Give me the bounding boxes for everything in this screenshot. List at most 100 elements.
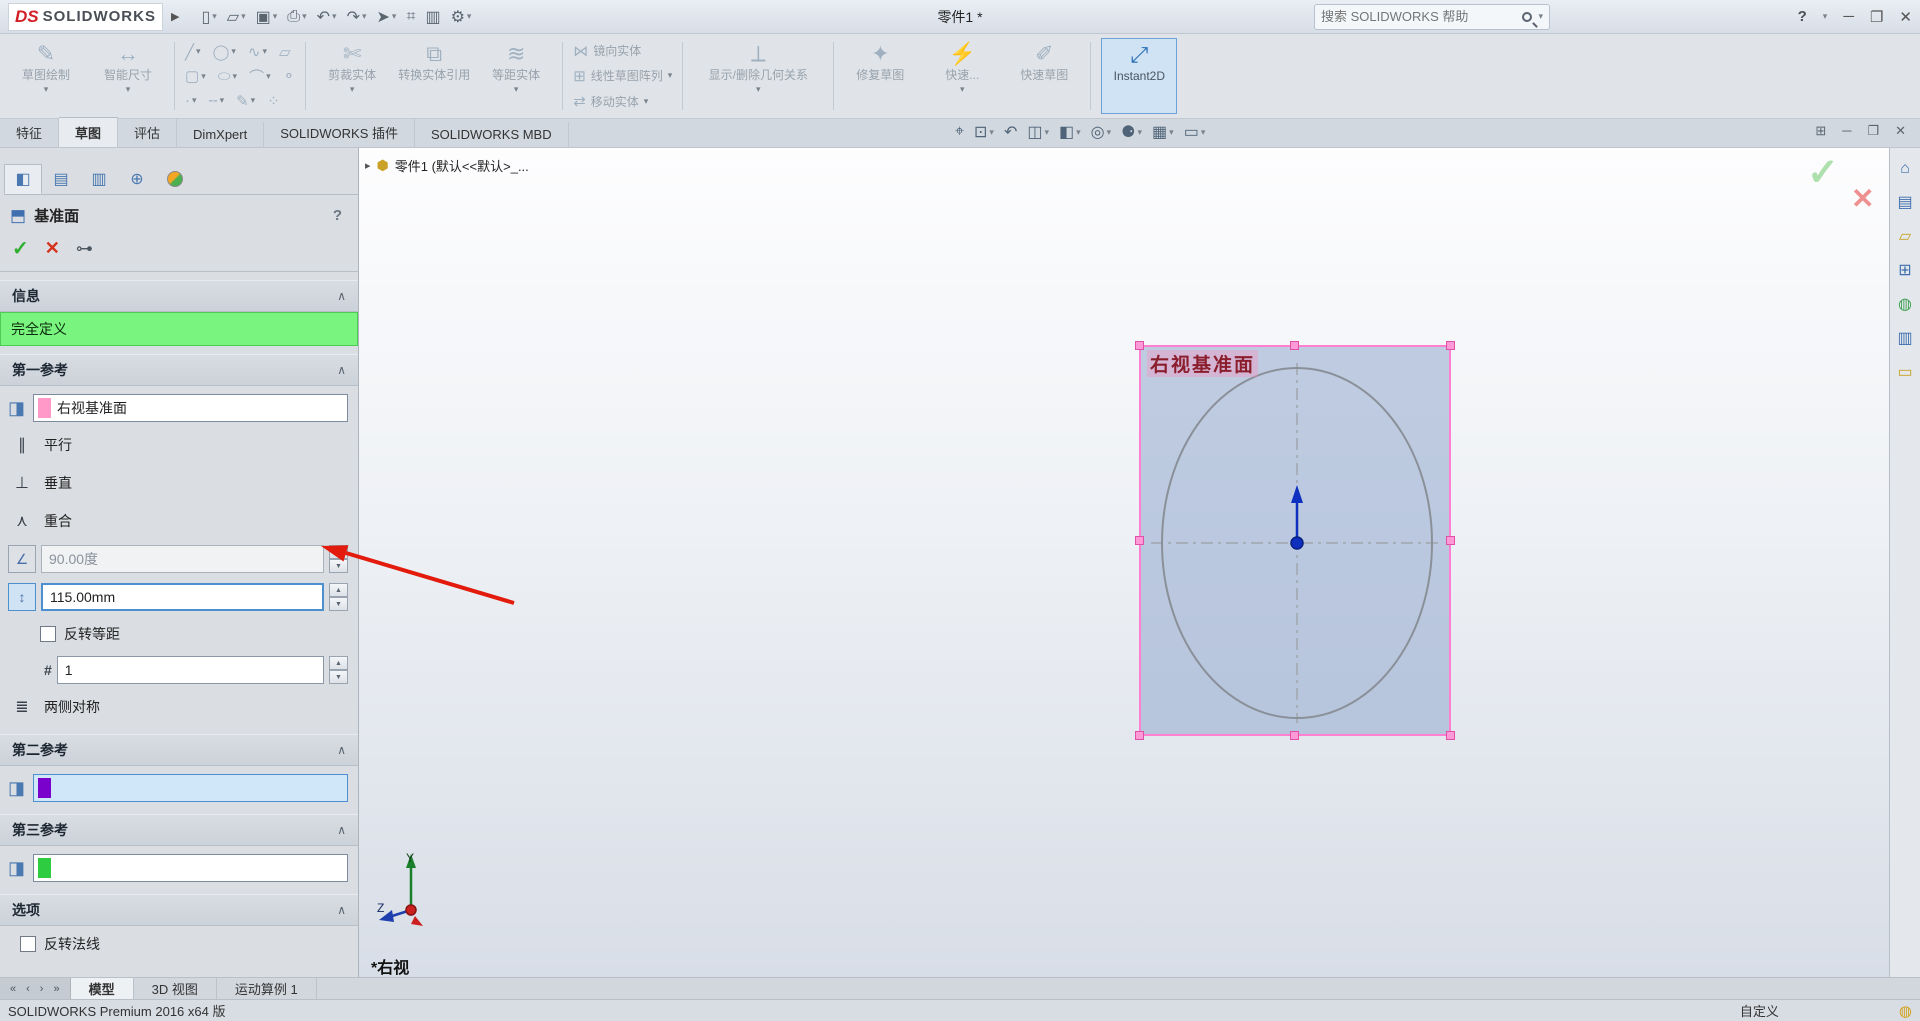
plane-handle[interactable] bbox=[1290, 731, 1299, 740]
sketch-button[interactable]: ✎ 草图绘制 ▾ bbox=[10, 38, 82, 114]
section-view-icon[interactable]: ◫ ▾ bbox=[1027, 122, 1049, 142]
help-dropdown-icon[interactable]: ▾ bbox=[1823, 11, 1828, 22]
zoom-area-icon[interactable]: ⊡ ▾ bbox=[974, 122, 994, 142]
ellipse-tool-button[interactable]: ⬭ ▾ bbox=[218, 68, 237, 85]
line-tool-button[interactable]: ╱ ▾ bbox=[185, 43, 201, 61]
smart-dimension-button[interactable]: ↔ 智能尺寸 ▾ bbox=[92, 38, 164, 114]
tab-3d-views[interactable]: 3D 视图 bbox=[134, 978, 217, 999]
help-search-box[interactable]: ▾ bbox=[1314, 3, 1550, 30]
search-input[interactable] bbox=[1321, 9, 1517, 24]
ok-button[interactable]: ✓ bbox=[12, 236, 29, 261]
plane-handle[interactable] bbox=[1135, 341, 1144, 350]
doc-close-button[interactable]: ✕ bbox=[1895, 123, 1906, 139]
tab-evaluate[interactable]: 评估 bbox=[118, 118, 178, 147]
collapse-icon[interactable]: ∧ bbox=[337, 289, 346, 303]
collapse-icon[interactable]: ∧ bbox=[337, 743, 346, 757]
first-tab-icon[interactable]: « bbox=[6, 983, 20, 995]
flip-normal-checkbox[interactable] bbox=[20, 936, 36, 952]
tab-mbd[interactable]: SOLIDWORKS MBD bbox=[415, 122, 569, 147]
dimxpert-manager-tab[interactable]: ▥ bbox=[80, 164, 118, 194]
mid-plane-option[interactable]: ≣ 两侧对称 bbox=[0, 688, 358, 726]
quick-snaps-button[interactable]: ⚡ 快速... ▾ bbox=[926, 38, 998, 114]
flip-normal-option[interactable]: 反转法线 bbox=[0, 926, 358, 962]
home-icon[interactable]: ⌂ bbox=[1900, 160, 1910, 178]
collapse-icon[interactable]: ∧ bbox=[337, 823, 346, 837]
plane-tool-button[interactable]: ▱ bbox=[279, 43, 291, 61]
file-explorer-icon[interactable]: ⊞ bbox=[1898, 260, 1911, 280]
new-document-button[interactable]: ▯ ▾ bbox=[201, 7, 216, 27]
view-settings-icon[interactable]: ▭ ▾ bbox=[1184, 122, 1206, 142]
third-reference-selection-box[interactable] bbox=[33, 854, 348, 882]
plane-handle[interactable] bbox=[1135, 535, 1144, 545]
centerline-tool-button[interactable]: ╌ ▾ bbox=[209, 92, 225, 110]
text-tool-button[interactable]: ⚬ bbox=[283, 67, 296, 85]
tab-addins[interactable]: SOLIDWORKS 插件 bbox=[264, 118, 415, 147]
point-tool-button[interactable]: · ▾ bbox=[185, 92, 197, 109]
rebuild-button[interactable]: ⌗ bbox=[406, 8, 415, 26]
display-style-icon[interactable]: ◎ ▾ bbox=[1091, 122, 1112, 142]
arc-tool-button[interactable]: ⌒ ▾ bbox=[249, 66, 271, 87]
offset-entities-button[interactable]: ≋ 等距实体 ▾ bbox=[480, 38, 552, 114]
zoom-fit-icon[interactable]: ⌖ bbox=[955, 123, 964, 141]
distance-spinner[interactable]: ▲ ▼ bbox=[329, 583, 348, 611]
tab-motion-study[interactable]: 运动算例 1 bbox=[217, 978, 317, 999]
doc-minimize-button[interactable]: ─ bbox=[1842, 123, 1851, 139]
convert-entities-button[interactable]: ⧉ 转换实体引用 bbox=[398, 38, 470, 114]
confirmation-cancel-icon[interactable]: ✕ bbox=[1851, 182, 1874, 215]
previous-view-icon[interactable]: ↶ bbox=[1004, 122, 1017, 142]
move-entities-button[interactable]: ⇄ 移动实体 ▾ bbox=[573, 92, 672, 110]
help-button[interactable]: ? bbox=[1798, 8, 1807, 25]
trim-entities-button[interactable]: ✄ 剪裁实体 ▾ bbox=[316, 38, 388, 114]
next-tab-icon[interactable]: › bbox=[36, 983, 48, 995]
search-dropdown-icon[interactable]: ▾ bbox=[1538, 11, 1543, 22]
angle-input[interactable] bbox=[41, 545, 324, 573]
mirror-entities-button[interactable]: ⋈ 镜向实体 bbox=[573, 42, 672, 60]
property-manager-tab[interactable]: ◧ bbox=[4, 164, 42, 194]
spline-tool-button[interactable]: ∿ ▾ bbox=[248, 43, 267, 61]
search-icon[interactable] bbox=[1522, 11, 1533, 22]
flip-offset-option[interactable]: 反转等距 bbox=[0, 616, 358, 652]
last-tab-icon[interactable]: » bbox=[49, 983, 63, 995]
offset-distance-input[interactable] bbox=[41, 583, 324, 611]
pin-button[interactable]: ⊶ bbox=[76, 239, 93, 259]
angle-button[interactable]: ∠ bbox=[8, 545, 36, 573]
tab-sketch[interactable]: 草图 bbox=[59, 117, 119, 147]
tree-expand-icon[interactable]: ▸ bbox=[365, 159, 371, 172]
prev-tab-icon[interactable]: ‹ bbox=[22, 983, 34, 995]
open-document-button[interactable]: ▱ ▾ bbox=[227, 7, 246, 27]
sketch-text-button[interactable]: ✎ ▾ bbox=[236, 92, 255, 110]
save-button[interactable]: ▣ ▾ bbox=[256, 7, 278, 27]
graphics-viewport[interactable]: ▸ ⬢ 零件1 (默认<<默认>_... ✓ ✕ 右视基准面 Y Z *右视 bbox=[359, 148, 1889, 977]
configuration-manager-tab[interactable]: ▤ bbox=[42, 164, 80, 194]
plane-handle[interactable] bbox=[1446, 341, 1455, 350]
undo-button[interactable]: ↶ ▾ bbox=[317, 7, 337, 27]
display-manager-tab[interactable]: ⊕ bbox=[118, 164, 156, 194]
menu-flyout-arrow[interactable]: ▶ bbox=[171, 10, 179, 23]
first-reference-selection-box[interactable]: 右视基准面 bbox=[33, 394, 348, 422]
view-orientation-icon[interactable]: ◧ ▾ bbox=[1059, 122, 1081, 142]
first-reference-section-header[interactable]: 第一参考 ∧ bbox=[0, 354, 358, 386]
hide-show-items-icon[interactable]: ⚈ ▾ bbox=[1121, 122, 1142, 142]
options-section-header[interactable]: 选项 ∧ bbox=[0, 894, 358, 926]
custom-properties-icon[interactable]: ▭ bbox=[1897, 362, 1912, 382]
confirmation-ok-icon[interactable]: ✓ bbox=[1807, 150, 1839, 195]
collapse-icon[interactable]: ∧ bbox=[337, 903, 346, 917]
appearances-icon[interactable]: ▥ bbox=[1897, 328, 1912, 348]
message-section-header[interactable]: 信息 ∧ bbox=[0, 280, 358, 312]
parallel-option[interactable]: ∥ 平行 bbox=[0, 426, 358, 464]
plane-handle[interactable] bbox=[1446, 731, 1455, 740]
tab-dimxpert[interactable]: DimXpert bbox=[177, 122, 265, 147]
redo-button[interactable]: ↷ ▾ bbox=[347, 7, 367, 27]
print-button[interactable]: ⎙ ▾ bbox=[287, 8, 306, 26]
offset-distance-button[interactable]: ↕ bbox=[8, 583, 36, 611]
display-delete-relations-button[interactable]: ⟂ 显示/删除几何关系 ▾ bbox=[693, 38, 823, 114]
options-button[interactable]: ⚙ ▾ bbox=[451, 7, 472, 27]
linear-sketch-pattern-button[interactable]: ⊞ 线性草图阵列 ▾ bbox=[573, 67, 672, 85]
feature-tree-flyout[interactable]: ▸ ⬢ 零件1 (默认<<默认>_... bbox=[365, 156, 529, 175]
pattern-tool-button[interactable]: ⁘ bbox=[267, 92, 280, 110]
collapse-icon[interactable]: ∧ bbox=[337, 363, 346, 377]
plane-handle[interactable] bbox=[1135, 731, 1144, 740]
minimize-button[interactable]: ─ bbox=[1843, 8, 1854, 25]
tab-model[interactable]: 模型 bbox=[70, 978, 134, 999]
second-reference-selection-box[interactable] bbox=[33, 774, 348, 802]
